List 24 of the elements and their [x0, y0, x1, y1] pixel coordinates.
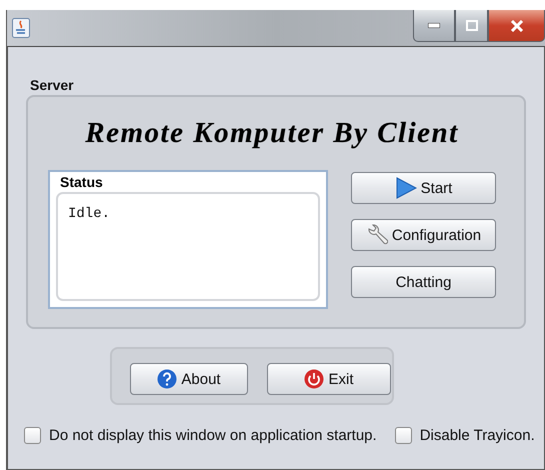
help-icon [157, 369, 178, 389]
play-button[interactable]: Start [351, 172, 496, 204]
maximize-icon [466, 20, 478, 31]
close-icon [510, 20, 524, 32]
checkbox-label: Disable Trayicon. [420, 427, 535, 444]
minimize-icon [428, 23, 440, 28]
app-icon [12, 18, 30, 38]
maximize-button[interactable] [455, 10, 488, 42]
checkbox-label: Do not display this window on application startup. [49, 427, 377, 444]
close-button[interactable] [488, 10, 545, 42]
wrench-icon [366, 224, 388, 246]
button[interactable]: Chatting [351, 266, 496, 298]
group-label: Server [30, 77, 75, 93]
checkbox[interactable] [24, 427, 41, 444]
checkbox[interactable] [394, 427, 412, 444]
power-icon [304, 369, 324, 389]
app-heading: Remote Komputer By Client [84, 117, 460, 150]
power-button[interactable]: Exit [267, 363, 391, 395]
status-text-area[interactable]: Idle. [56, 192, 320, 301]
status-label: Status [60, 174, 104, 190]
minimize-button[interactable] [413, 10, 455, 42]
play-icon [394, 177, 417, 199]
wrench-button[interactable]: Configuration [351, 219, 496, 251]
help-button[interactable]: About [130, 363, 248, 395]
